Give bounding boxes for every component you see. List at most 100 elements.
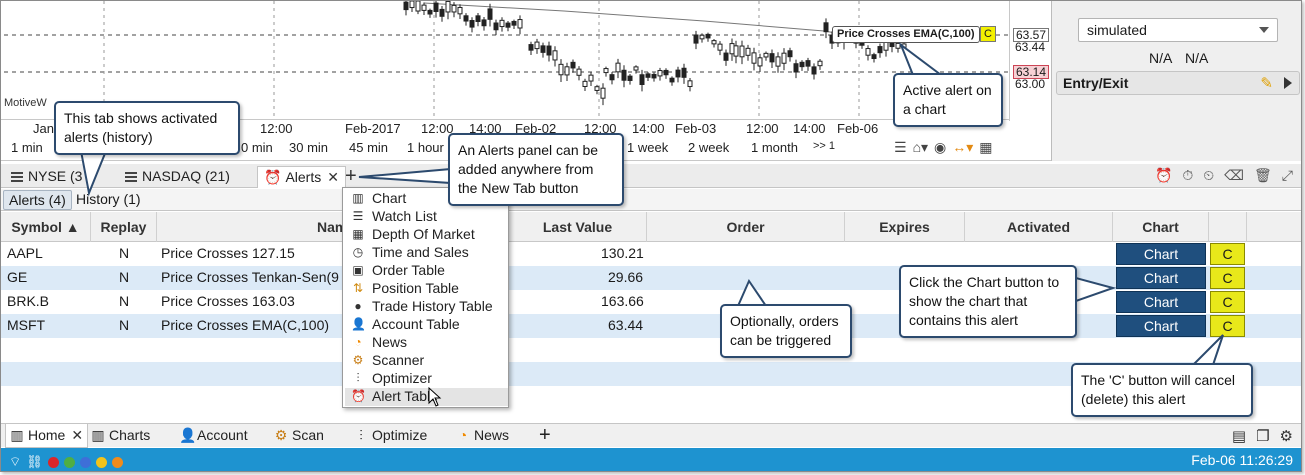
close-icon[interactable]: ✕ <box>71 427 83 443</box>
bar-size-option[interactable]: 0 min <box>241 140 273 155</box>
gear-icon[interactable]: ⚙ <box>1280 427 1293 445</box>
na-value: N/A <box>1149 50 1173 66</box>
alarm-clock-icon[interactable]: ⏱ <box>1182 167 1193 184</box>
nav-scan[interactable]: ⚙ Scan <box>274 427 324 444</box>
candle-body <box>427 9 433 15</box>
copy-icon[interactable]: ❐ <box>1256 427 1269 445</box>
add-workspace-button[interactable]: + <box>539 424 551 447</box>
home-sort-icon[interactable]: ⌂▾ <box>913 139 928 156</box>
menu-icon[interactable]: ☰ <box>894 139 907 156</box>
candle-body <box>445 1 451 13</box>
link-icon[interactable]: ⛓ <box>26 454 43 470</box>
eye-icon[interactable]: ◉ <box>934 139 946 156</box>
play-icon[interactable] <box>1284 77 1292 89</box>
account-select[interactable]: simulated <box>1078 18 1278 42</box>
candle-body <box>615 62 621 73</box>
candle-body <box>463 15 469 22</box>
menu-item-scanner[interactable]: ⚙ Scanner <box>345 352 508 370</box>
menu-item-alert-table[interactable]: ⏰ Alert Table <box>345 388 508 406</box>
more-options[interactable]: >> 1 <box>813 140 835 152</box>
column-header-chart[interactable]: Chart <box>1113 212 1209 242</box>
chart-button[interactable]: Chart <box>1116 243 1206 265</box>
menu-item-optimizer[interactable]: ⫶ Optimizer <box>345 370 508 388</box>
menu-item-order-table[interactable]: ▣ Order Table <box>345 262 508 280</box>
column-header-cancel <box>1209 212 1247 242</box>
delete-icon[interactable]: 🗑 <box>1254 167 1272 184</box>
menu-item-account-table[interactable]: 👤 Account Table <box>345 316 508 334</box>
column-header-symbol[interactable]: Symbol ▲ <box>1 212 91 242</box>
bar-size-option[interactable]: 1 hour <box>407 140 444 155</box>
nav-label: Account <box>197 427 248 443</box>
maximize-icon[interactable]: ⤢ <box>1282 167 1293 184</box>
bar-size-option[interactable]: 2 week <box>688 140 729 155</box>
dom-icon: ▦ <box>352 227 364 241</box>
entry-exit-header[interactable]: Entry/Exit ✎ <box>1056 71 1300 95</box>
cell-name: Price Crosses EMA(C,100) <box>161 317 330 333</box>
tab-nyse[interactable]: NYSE (3 <box>5 166 88 188</box>
menu-item-watch-list[interactable]: ☰ Watch List <box>345 208 508 226</box>
layout-icon[interactable]: ▤ <box>1232 427 1246 445</box>
calendar-icon[interactable]: ▦ <box>979 139 992 156</box>
cancel-button[interactable]: C <box>1210 291 1245 313</box>
cancel-button[interactable]: C <box>1210 243 1245 265</box>
menu-item-time-and-sales[interactable]: ◷ Time and Sales <box>345 244 508 262</box>
table-row[interactable]: BRK.B N Price Crosses 163.03 163.66 Char… <box>1 290 1301 314</box>
close-icon[interactable]: ✕ <box>327 169 339 185</box>
chart-tools: ☰ ⌂▾ ◉ ↔▾ ▦ <box>894 139 993 156</box>
alarm-off-icon[interactable]: ⏲ <box>1203 167 1214 184</box>
cancel-button[interactable]: C <box>1210 315 1245 337</box>
subtab-history[interactable]: History (1) <box>71 190 146 210</box>
table-row[interactable]: MSFT N Price Crosses EMA(C,100) 63.44 Ch… <box>1 314 1301 338</box>
chart-button[interactable]: Chart <box>1116 315 1206 337</box>
alarm-icon: ⏰ <box>351 389 366 403</box>
clock-icon: ◷ <box>352 245 364 259</box>
nav-charts[interactable]: ▥ Charts <box>91 427 150 444</box>
fit-icon[interactable]: ↔▾ <box>952 139 973 156</box>
menu-item-position-table[interactable]: ⇅ Position Table <box>345 280 508 298</box>
column-header-order[interactable]: Order <box>647 212 845 242</box>
entry-exit-label: Entry/Exit <box>1063 75 1129 91</box>
nav-account[interactable]: 👤Account <box>179 427 248 444</box>
menu-item-depth-of-market[interactable]: ▦ Depth Of Market <box>345 226 508 244</box>
menu-item-trade-history-table[interactable]: ● Trade History Table <box>345 298 508 316</box>
subtab-alerts[interactable]: Alerts (4) <box>3 190 72 210</box>
new-tab-button[interactable]: + <box>345 165 357 188</box>
chevron-down-icon <box>1259 27 1269 33</box>
bar-size-option[interactable]: 45 min <box>349 140 388 155</box>
table-row[interactable]: GE N Price Crosses Tenkan-Sen(9 29.66 Ch… <box>1 266 1301 290</box>
price-scale[interactable]: 63.57 63.44 63.14 63.00 <box>1009 1 1051 121</box>
candle-body <box>558 63 564 76</box>
column-header-expires[interactable]: Expires <box>845 212 965 242</box>
chart-button[interactable]: Chart <box>1116 267 1206 289</box>
column-header-last-value[interactable]: Last Value <box>509 212 647 242</box>
bar-size-option[interactable]: 1 week <box>627 140 668 155</box>
column-header-replay[interactable]: Replay <box>91 212 157 242</box>
nav-optimize[interactable]: ⫶ Optimize <box>354 427 427 444</box>
bar-size-option[interactable]: 1 min <box>11 140 43 155</box>
candle-body <box>751 52 757 64</box>
menu-item-news[interactable]: ◔ News <box>345 334 508 352</box>
bar-size-option[interactable]: 30 min <box>289 140 328 155</box>
cancel-button[interactable]: C <box>1210 267 1245 289</box>
candle-body <box>651 73 657 79</box>
candle-body <box>534 41 540 50</box>
clear-alert-icon[interactable]: ⌫ <box>1224 167 1244 184</box>
chart-button[interactable]: Chart <box>1116 291 1206 313</box>
nav-home[interactable]: ▥ Home ✕ <box>5 424 89 448</box>
table-row[interactable]: AAPL N Price Crosses 127.15 130.21 Chart… <box>1 242 1301 266</box>
bar-size-option[interactable]: 1 month <box>751 140 798 155</box>
nav-label: Scan <box>292 427 324 443</box>
pencil-icon[interactable]: ✎ <box>1260 74 1273 92</box>
column-header-activated[interactable]: Activated <box>965 212 1113 242</box>
candle-body <box>564 66 570 76</box>
candle-body <box>633 66 639 71</box>
chart-alert-tag[interactable]: Price Crosses EMA(C,100) <box>832 26 980 43</box>
candle-body <box>639 74 645 86</box>
nav-news[interactable]: ◔ News <box>456 427 509 443</box>
new-alert-icon[interactable]: ⏰ <box>1155 167 1172 184</box>
tab-nasdaq[interactable]: NASDAQ (21) <box>119 166 236 188</box>
chart-alert-cancel-button[interactable]: C <box>980 26 996 42</box>
candle-body <box>729 43 735 55</box>
wifi-icon[interactable]: ⌔ <box>9 454 21 470</box>
tab-alerts[interactable]: ⏰ Alerts ✕ <box>257 166 346 188</box>
